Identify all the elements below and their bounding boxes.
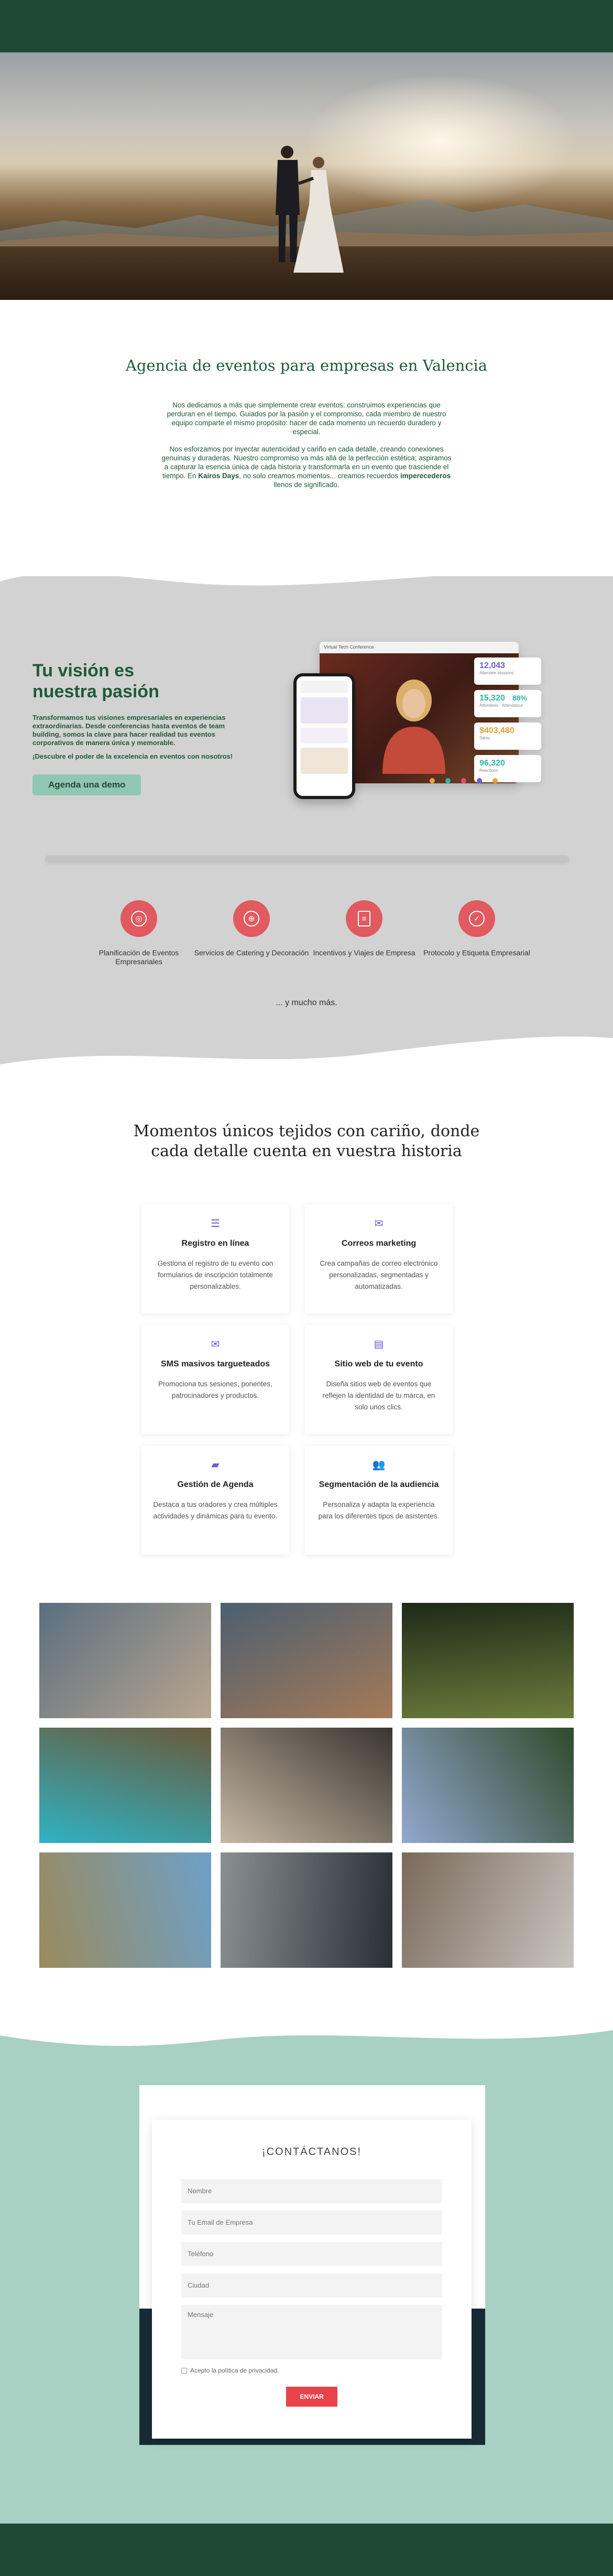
privacy-label: Acepto la política de privacidad. — [190, 2367, 279, 2374]
product-mockup: Virtual Tech Conference 12,043 Attendee … — [293, 637, 587, 825]
section-divider-bar — [45, 855, 569, 863]
vision-text-block: Tu visión es nuestra pasión Transformamos… — [32, 660, 253, 795]
submit-button[interactable]: ENVIAR — [286, 2387, 337, 2407]
message-field[interactable] — [181, 2305, 442, 2359]
vision-top-wave — [0, 561, 613, 586]
privacy-consent[interactable]: Acepto la política de privacidad. — [181, 2367, 442, 2374]
target-icon: ◎ — [121, 900, 157, 937]
stat-card-3: $403,480 Sales — [474, 723, 541, 750]
list-icon: ☰ — [211, 1218, 220, 1230]
photo-toast-table — [221, 1728, 392, 1843]
contact-title: ¡CONTÁCTANOS! — [261, 2146, 362, 2158]
contact-section: ¡CONTÁCTANOS! Acepto la política de priv… — [0, 2020, 613, 2524]
feature-agenda: ▰ Gestión de Agenda Destaca a tus orador… — [141, 1446, 289, 1555]
mockup-window-title: Virtual Tech Conference — [320, 642, 519, 653]
services-row: ◎ Planificación de Eventos Empresariales… — [0, 900, 613, 974]
feature-audience-segmentation: 👥 Segmentación de la audiencia Personali… — [305, 1446, 453, 1555]
vision-bottom-wave — [0, 1036, 613, 1080]
photo-pool-aerial — [39, 1728, 211, 1843]
photo-vr-group — [39, 1603, 211, 1718]
presenter-figure — [382, 680, 445, 774]
brand-name: Kairos Days — [198, 472, 239, 480]
check-icon: ✓ — [458, 900, 495, 937]
emphasis-word: imperecederos — [400, 472, 451, 480]
feature-email-marketing: ✉ Correos marketing Crea campañas de cor… — [305, 1204, 453, 1313]
schedule-demo-button[interactable]: Agenda una demo — [32, 774, 141, 795]
users-icon: 👥 — [372, 1459, 386, 1471]
more-services-text: ... y mucho más. — [276, 998, 337, 1007]
moments-title: Momentos únicos tejidos con cariño, dond… — [133, 1122, 480, 1160]
mockup-phone — [293, 673, 355, 799]
photo-champagne-tables — [402, 1852, 574, 1968]
photo-garden-terrace — [402, 1728, 574, 1843]
stat-card-2: 15,320 88% Attendees · Attendance — [474, 690, 541, 717]
vision-title: Tu visión es nuestra pasión — [32, 661, 159, 702]
browser-icon: ▤ — [374, 1339, 384, 1350]
vision-body: Transformamos tus visiones empresariales… — [32, 714, 226, 747]
intro-title: Agencia de eventos para empresas en Vale… — [125, 357, 488, 374]
mail-open-icon: ✉ — [374, 1218, 384, 1230]
photo-hands-together — [221, 1603, 392, 1718]
name-field[interactable] — [181, 2179, 442, 2203]
city-field[interactable] — [181, 2273, 442, 2298]
footer-bar — [0, 2524, 613, 2576]
intro-section: Agencia de eventos para empresas en Vale… — [0, 300, 613, 576]
service-incentive-travel: ≡ Incentivos y Viajes de Empresa — [306, 900, 422, 957]
moments-section: Momentos únicos tejidos con cariño, dond… — [0, 1080, 613, 1978]
document-icon: ≡ — [346, 900, 382, 937]
mockup-phone-screen — [297, 676, 352, 796]
privacy-checkbox[interactable] — [181, 2367, 187, 2374]
photo-lantern-forest — [402, 1603, 574, 1718]
vision-section: Tu visión es nuestra pasión Transformamos… — [0, 561, 613, 1080]
stat-card-1: 12,043 Attendee sessions — [474, 658, 541, 685]
intro-paragraph-2: Nos esforzamos por inyectar autenticidad… — [161, 445, 452, 489]
hero-image — [0, 52, 613, 300]
feature-event-website: ▤ Sitio web de tu evento Diseña sitios w… — [305, 1325, 453, 1434]
top-header-bar — [0, 0, 613, 52]
contact-form: ¡CONTÁCTANOS! Acepto la política de priv… — [152, 2120, 472, 2439]
globe-icon: ⊕ — [233, 900, 270, 937]
intro-paragraph-1: Nos dedicamos a más que simplemente crea… — [167, 401, 446, 436]
features-grid: ☰ Registro en línea Gestiona el registro… — [141, 1204, 472, 1555]
photo-gallery — [39, 1603, 574, 1968]
folder-icon: ▰ — [211, 1459, 220, 1471]
feature-sms: ✉ SMS masivos targueteados Promociona tu… — [141, 1325, 289, 1434]
reaction-icons — [430, 778, 498, 783]
service-event-planning: ◎ Planificación de Eventos Empresariales — [81, 900, 196, 966]
feature-online-registration: ☰ Registro en línea Gestiona el registro… — [141, 1204, 289, 1313]
photo-event-hall — [221, 1852, 392, 1968]
vision-tagline: ¡Descubre el poder de la excelencia en e… — [32, 752, 233, 760]
hero-couple — [276, 146, 344, 273]
contact-top-wave — [0, 2020, 613, 2046]
service-catering: ⊕ Servicios de Catering y Decoración — [194, 900, 309, 957]
company-email-field[interactable] — [181, 2211, 442, 2235]
envelope-icon: ✉ — [211, 1339, 220, 1350]
service-protocol: ✓ Protocolo y Etiqueta Empresarial — [419, 900, 534, 957]
phone-field[interactable] — [181, 2242, 442, 2266]
photo-outdoor-games — [39, 1852, 211, 1968]
